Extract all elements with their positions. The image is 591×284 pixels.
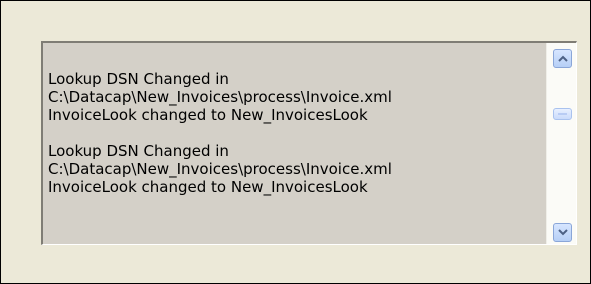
scroll-up-button[interactable] (553, 49, 572, 68)
log-line: C:\Datacap\New_Invoices\process\Invoice.… (48, 88, 392, 106)
log-line: InvoiceLook changed to New_InvoicesLook (48, 106, 368, 124)
dialog-window: Lookup DSN Changed in C:\Datacap\New_Inv… (0, 0, 591, 284)
log-text: Lookup DSN Changed in C:\Datacap\New_Inv… (48, 70, 538, 214)
log-line: InvoiceLook changed to New_InvoicesLook (48, 178, 368, 196)
thumb-grip (558, 113, 567, 115)
log-line: Lookup DSN Changed in (48, 142, 229, 160)
scroll-down-button[interactable] (553, 223, 572, 242)
chevron-up-icon (558, 55, 568, 62)
log-entry: Lookup DSN Changed in C:\Datacap\New_Inv… (48, 70, 538, 124)
vertical-scrollbar[interactable] (546, 43, 576, 244)
log-line: Lookup DSN Changed in (48, 70, 229, 88)
log-entry: Lookup DSN Changed in C:\Datacap\New_Inv… (48, 142, 538, 196)
scroll-thumb[interactable] (553, 108, 572, 120)
log-output-box[interactable]: Lookup DSN Changed in C:\Datacap\New_Inv… (41, 41, 577, 245)
chevron-down-icon (558, 229, 568, 236)
log-line: C:\Datacap\New_Invoices\process\Invoice.… (48, 160, 392, 178)
